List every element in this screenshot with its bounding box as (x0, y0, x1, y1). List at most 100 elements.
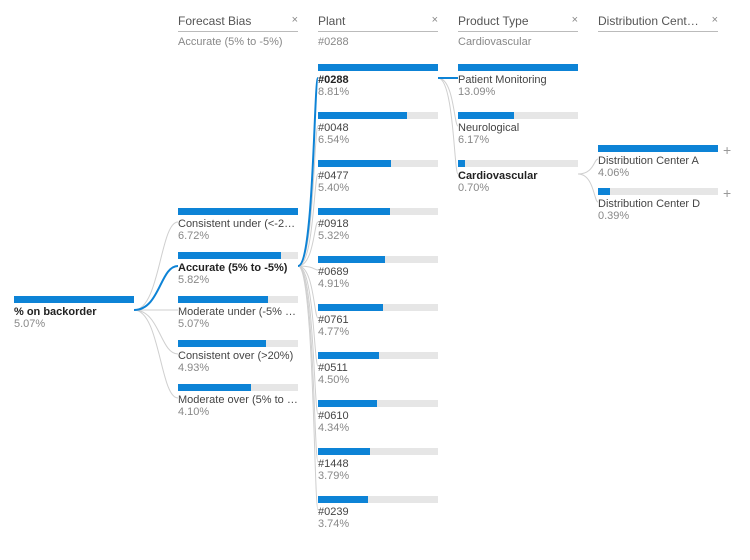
node-label: #0918 (318, 218, 438, 230)
plant-node-selected[interactable]: #0288 8.81% (318, 64, 438, 98)
node-label: Cardiovascular (458, 170, 578, 182)
col-title: Distribution Cent… (598, 14, 699, 28)
node-value: 4.06% (598, 167, 718, 179)
node-label: Patient Monitoring (458, 74, 578, 86)
bar (318, 112, 438, 119)
expand-icon[interactable]: + (723, 185, 731, 201)
node-value: 4.10% (178, 406, 298, 418)
plant-node[interactable]: #0918 5.32% (318, 208, 438, 242)
node-label: #0761 (318, 314, 438, 326)
bar (178, 296, 298, 303)
bar (318, 400, 438, 407)
node-label: % on backorder (14, 306, 134, 318)
col-title: Forecast Bias (178, 14, 251, 28)
col-header-product-type: Product Type × Cardiovascular (458, 14, 578, 48)
node-value: 5.40% (318, 182, 438, 194)
node-value: 4.77% (318, 326, 438, 338)
ptype-node[interactable]: Patient Monitoring 13.09% (458, 64, 578, 98)
bar (458, 160, 578, 167)
bar (178, 208, 298, 215)
col-subtitle: #0288 (318, 36, 438, 48)
node-label: Accurate (5% to -5%) (178, 262, 298, 274)
node-value: 4.50% (318, 374, 438, 386)
ptype-node[interactable]: Neurological 6.17% (458, 112, 578, 146)
node-value: 3.79% (318, 470, 438, 482)
node-value: 4.91% (318, 278, 438, 290)
node-value: 8.81% (318, 86, 438, 98)
col-title: Product Type (458, 14, 529, 28)
bar (598, 188, 718, 195)
bar (598, 145, 718, 152)
bar (318, 496, 438, 503)
plant-node[interactable]: #0689 4.91% (318, 256, 438, 290)
col-subtitle: Accurate (5% to -5%) (178, 36, 298, 48)
node-label: #1448 (318, 458, 438, 470)
plant-node[interactable]: #0048 6.54% (318, 112, 438, 146)
node-label: Consistent over (>20%) (178, 350, 298, 362)
node-label: #0477 (318, 170, 438, 182)
ptype-node-selected[interactable]: Cardiovascular 0.70% (458, 160, 578, 194)
bar (318, 64, 438, 71)
dist-node[interactable]: Distribution Center D 0.39% (598, 188, 718, 222)
root-node[interactable]: % on backorder 5.07% (14, 296, 134, 330)
node-label: #0288 (318, 74, 438, 86)
dist-node[interactable]: Distribution Center A 4.06% (598, 145, 718, 179)
node-value: 0.70% (458, 182, 578, 194)
col-header-plant: Plant × #0288 (318, 14, 438, 48)
node-value: 6.54% (318, 134, 438, 146)
plant-node[interactable]: #0477 5.40% (318, 160, 438, 194)
bias-node-selected[interactable]: Accurate (5% to -5%) 5.82% (178, 252, 298, 286)
bar (14, 296, 134, 303)
col-header-distribution-center: Distribution Cent… × (598, 14, 718, 32)
bar (318, 256, 438, 263)
bias-node[interactable]: Consistent over (>20%) 4.93% (178, 340, 298, 374)
plant-node[interactable]: #0761 4.77% (318, 304, 438, 338)
node-value: 4.34% (318, 422, 438, 434)
node-label: #0239 (318, 506, 438, 518)
bias-node[interactable]: Moderate over (5% to … 4.10% (178, 384, 298, 418)
plant-node[interactable]: #0511 4.50% (318, 352, 438, 386)
bar (178, 340, 298, 347)
plant-node[interactable]: #0239 3.74% (318, 496, 438, 530)
node-value: 13.09% (458, 86, 578, 98)
node-label: Distribution Center D (598, 198, 718, 210)
node-value: 5.32% (318, 230, 438, 242)
bar (178, 252, 298, 259)
close-icon[interactable]: × (292, 14, 298, 26)
node-value: 0.39% (598, 210, 718, 222)
node-label: Moderate over (5% to … (178, 394, 298, 406)
node-label: #0610 (318, 410, 438, 422)
node-label: #0689 (318, 266, 438, 278)
expand-icon[interactable]: + (723, 142, 731, 158)
node-label: #0048 (318, 122, 438, 134)
bar (318, 160, 438, 167)
node-value: 5.82% (178, 274, 298, 286)
node-label: #0511 (318, 362, 438, 374)
node-label: Distribution Center A (598, 155, 718, 167)
node-label: Moderate under (-5% … (178, 306, 298, 318)
node-label: Consistent under (<-2… (178, 218, 298, 230)
bar (318, 448, 438, 455)
close-icon[interactable]: × (572, 14, 578, 26)
bar (458, 112, 578, 119)
bar (318, 208, 438, 215)
col-header-forecast-bias: Forecast Bias × Accurate (5% to -5%) (178, 14, 298, 48)
close-icon[interactable]: × (712, 14, 718, 26)
bias-node[interactable]: Consistent under (<-2… 6.72% (178, 208, 298, 242)
plant-node[interactable]: #0610 4.34% (318, 400, 438, 434)
node-value: 6.72% (178, 230, 298, 242)
plant-node[interactable]: #1448 3.79% (318, 448, 438, 482)
bar (178, 384, 298, 391)
node-value: 3.74% (318, 518, 438, 530)
close-icon[interactable]: × (432, 14, 438, 26)
bias-node[interactable]: Moderate under (-5% … 5.07% (178, 296, 298, 330)
node-value: 4.93% (178, 362, 298, 374)
bar (318, 352, 438, 359)
node-value: 5.07% (178, 318, 298, 330)
col-subtitle: Cardiovascular (458, 36, 578, 48)
bar (318, 304, 438, 311)
node-value: 6.17% (458, 134, 578, 146)
node-value: 5.07% (14, 318, 134, 330)
node-label: Neurological (458, 122, 578, 134)
col-title: Plant (318, 14, 345, 28)
